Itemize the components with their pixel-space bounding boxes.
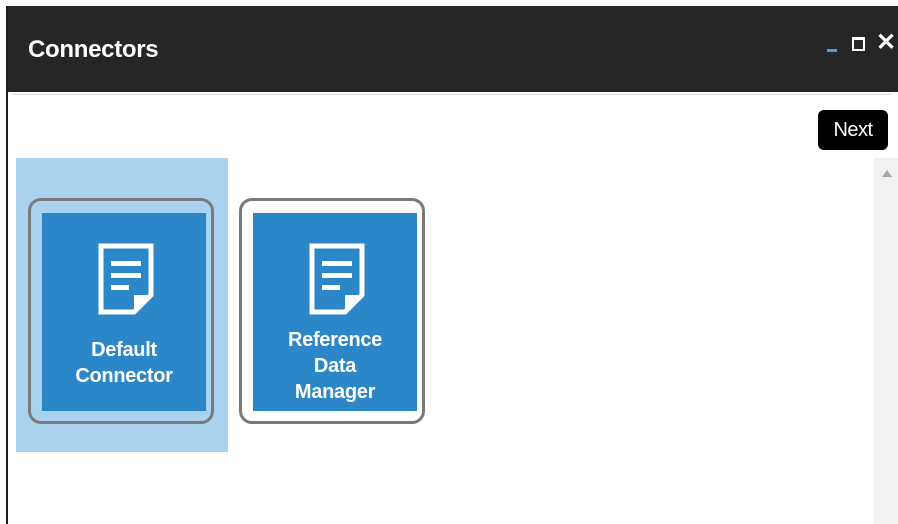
connector-list: Default Connector Reference Data Manager xyxy=(8,158,868,524)
tile-label-line3: Manager xyxy=(294,381,376,403)
document-icon xyxy=(309,243,365,315)
next-button[interactable]: Next xyxy=(818,110,888,150)
tile-label-line1: Default xyxy=(91,339,157,361)
scroll-up-arrow-icon[interactable] xyxy=(882,170,892,177)
minimize-icon xyxy=(827,49,837,52)
connector-tile-default-connector[interactable]: Default Connector xyxy=(28,198,214,424)
connectors-dialog: Connectors ✕ Next Default Connector Refe… xyxy=(6,6,898,524)
maximize-icon xyxy=(852,37,865,51)
document-icon xyxy=(98,243,154,315)
minimize-button[interactable] xyxy=(826,34,838,54)
close-icon: ✕ xyxy=(876,29,897,56)
connector-tile-reference-data-manager[interactable]: Reference Data Manager xyxy=(239,198,425,424)
tile-label-line2: Connector xyxy=(75,365,173,387)
title-bar: Connectors ✕ xyxy=(8,6,898,92)
tile-label-line2: Data xyxy=(313,355,357,377)
tile-body: Reference Data Manager xyxy=(253,213,417,411)
maximize-button[interactable] xyxy=(850,34,866,54)
dialog-title: Connectors xyxy=(28,36,159,63)
tile-label-line1: Reference xyxy=(287,329,383,351)
header-divider xyxy=(12,94,892,95)
vertical-scrollbar[interactable] xyxy=(874,158,898,524)
close-button[interactable]: ✕ xyxy=(876,31,896,56)
tile-body: Default Connector xyxy=(42,213,206,411)
